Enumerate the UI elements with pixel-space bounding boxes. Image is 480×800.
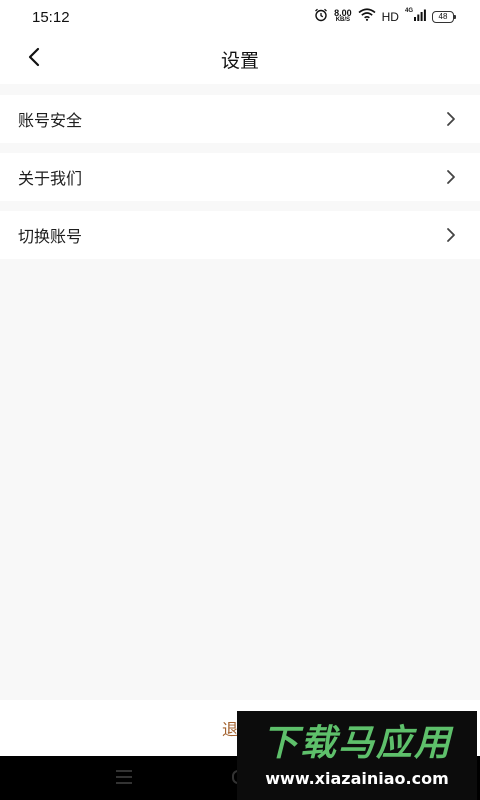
alarm-icon: [314, 8, 328, 27]
chevron-left-icon: [27, 47, 41, 71]
network-speed-value: 8.00: [334, 8, 352, 18]
settings-item-label: 切换账号: [18, 227, 83, 246]
signal-bars-icon: [414, 8, 426, 26]
hd-label: HD: [381, 10, 399, 24]
settings-item-about-us[interactable]: 关于我们: [0, 153, 480, 201]
menu-icon[interactable]: [116, 770, 132, 784]
status-icons: 8.00 KB/S HD 4G 48: [314, 8, 456, 27]
settings-list: 账号安全 关于我们 切换账号: [0, 95, 480, 269]
chevron-right-icon: [446, 111, 456, 127]
signal-type-label: 4G: [404, 8, 413, 14]
settings-item-account-security[interactable]: 账号安全: [0, 95, 480, 143]
watermark-title: 下载马应用: [261, 722, 452, 764]
cellular-signal: 4G: [405, 8, 426, 26]
battery-indicator: 48: [432, 11, 456, 23]
settings-item-label: 关于我们: [18, 169, 83, 188]
network-speed: 8.00 KB/S: [334, 8, 352, 24]
network-speed-unit: KB/S: [335, 17, 351, 23]
chevron-right-icon: [446, 227, 456, 243]
chevron-right-icon: [446, 169, 456, 185]
app-header: 设置: [0, 34, 480, 84]
watermark-url: www.xiazainiao.com: [265, 768, 449, 788]
status-bar: 15:12 8.00 KB/S HD 4G 48: [0, 0, 480, 34]
settings-item-switch-account[interactable]: 切换账号: [0, 211, 480, 259]
watermark-overlay: 下载马应用 www.xiazainiao.com: [237, 711, 477, 800]
wifi-icon: [358, 8, 376, 26]
settings-item-label: 账号安全: [18, 111, 83, 130]
status-time: 15:12: [32, 8, 70, 26]
page-title: 设置: [220, 49, 259, 72]
back-button[interactable]: [20, 45, 48, 73]
